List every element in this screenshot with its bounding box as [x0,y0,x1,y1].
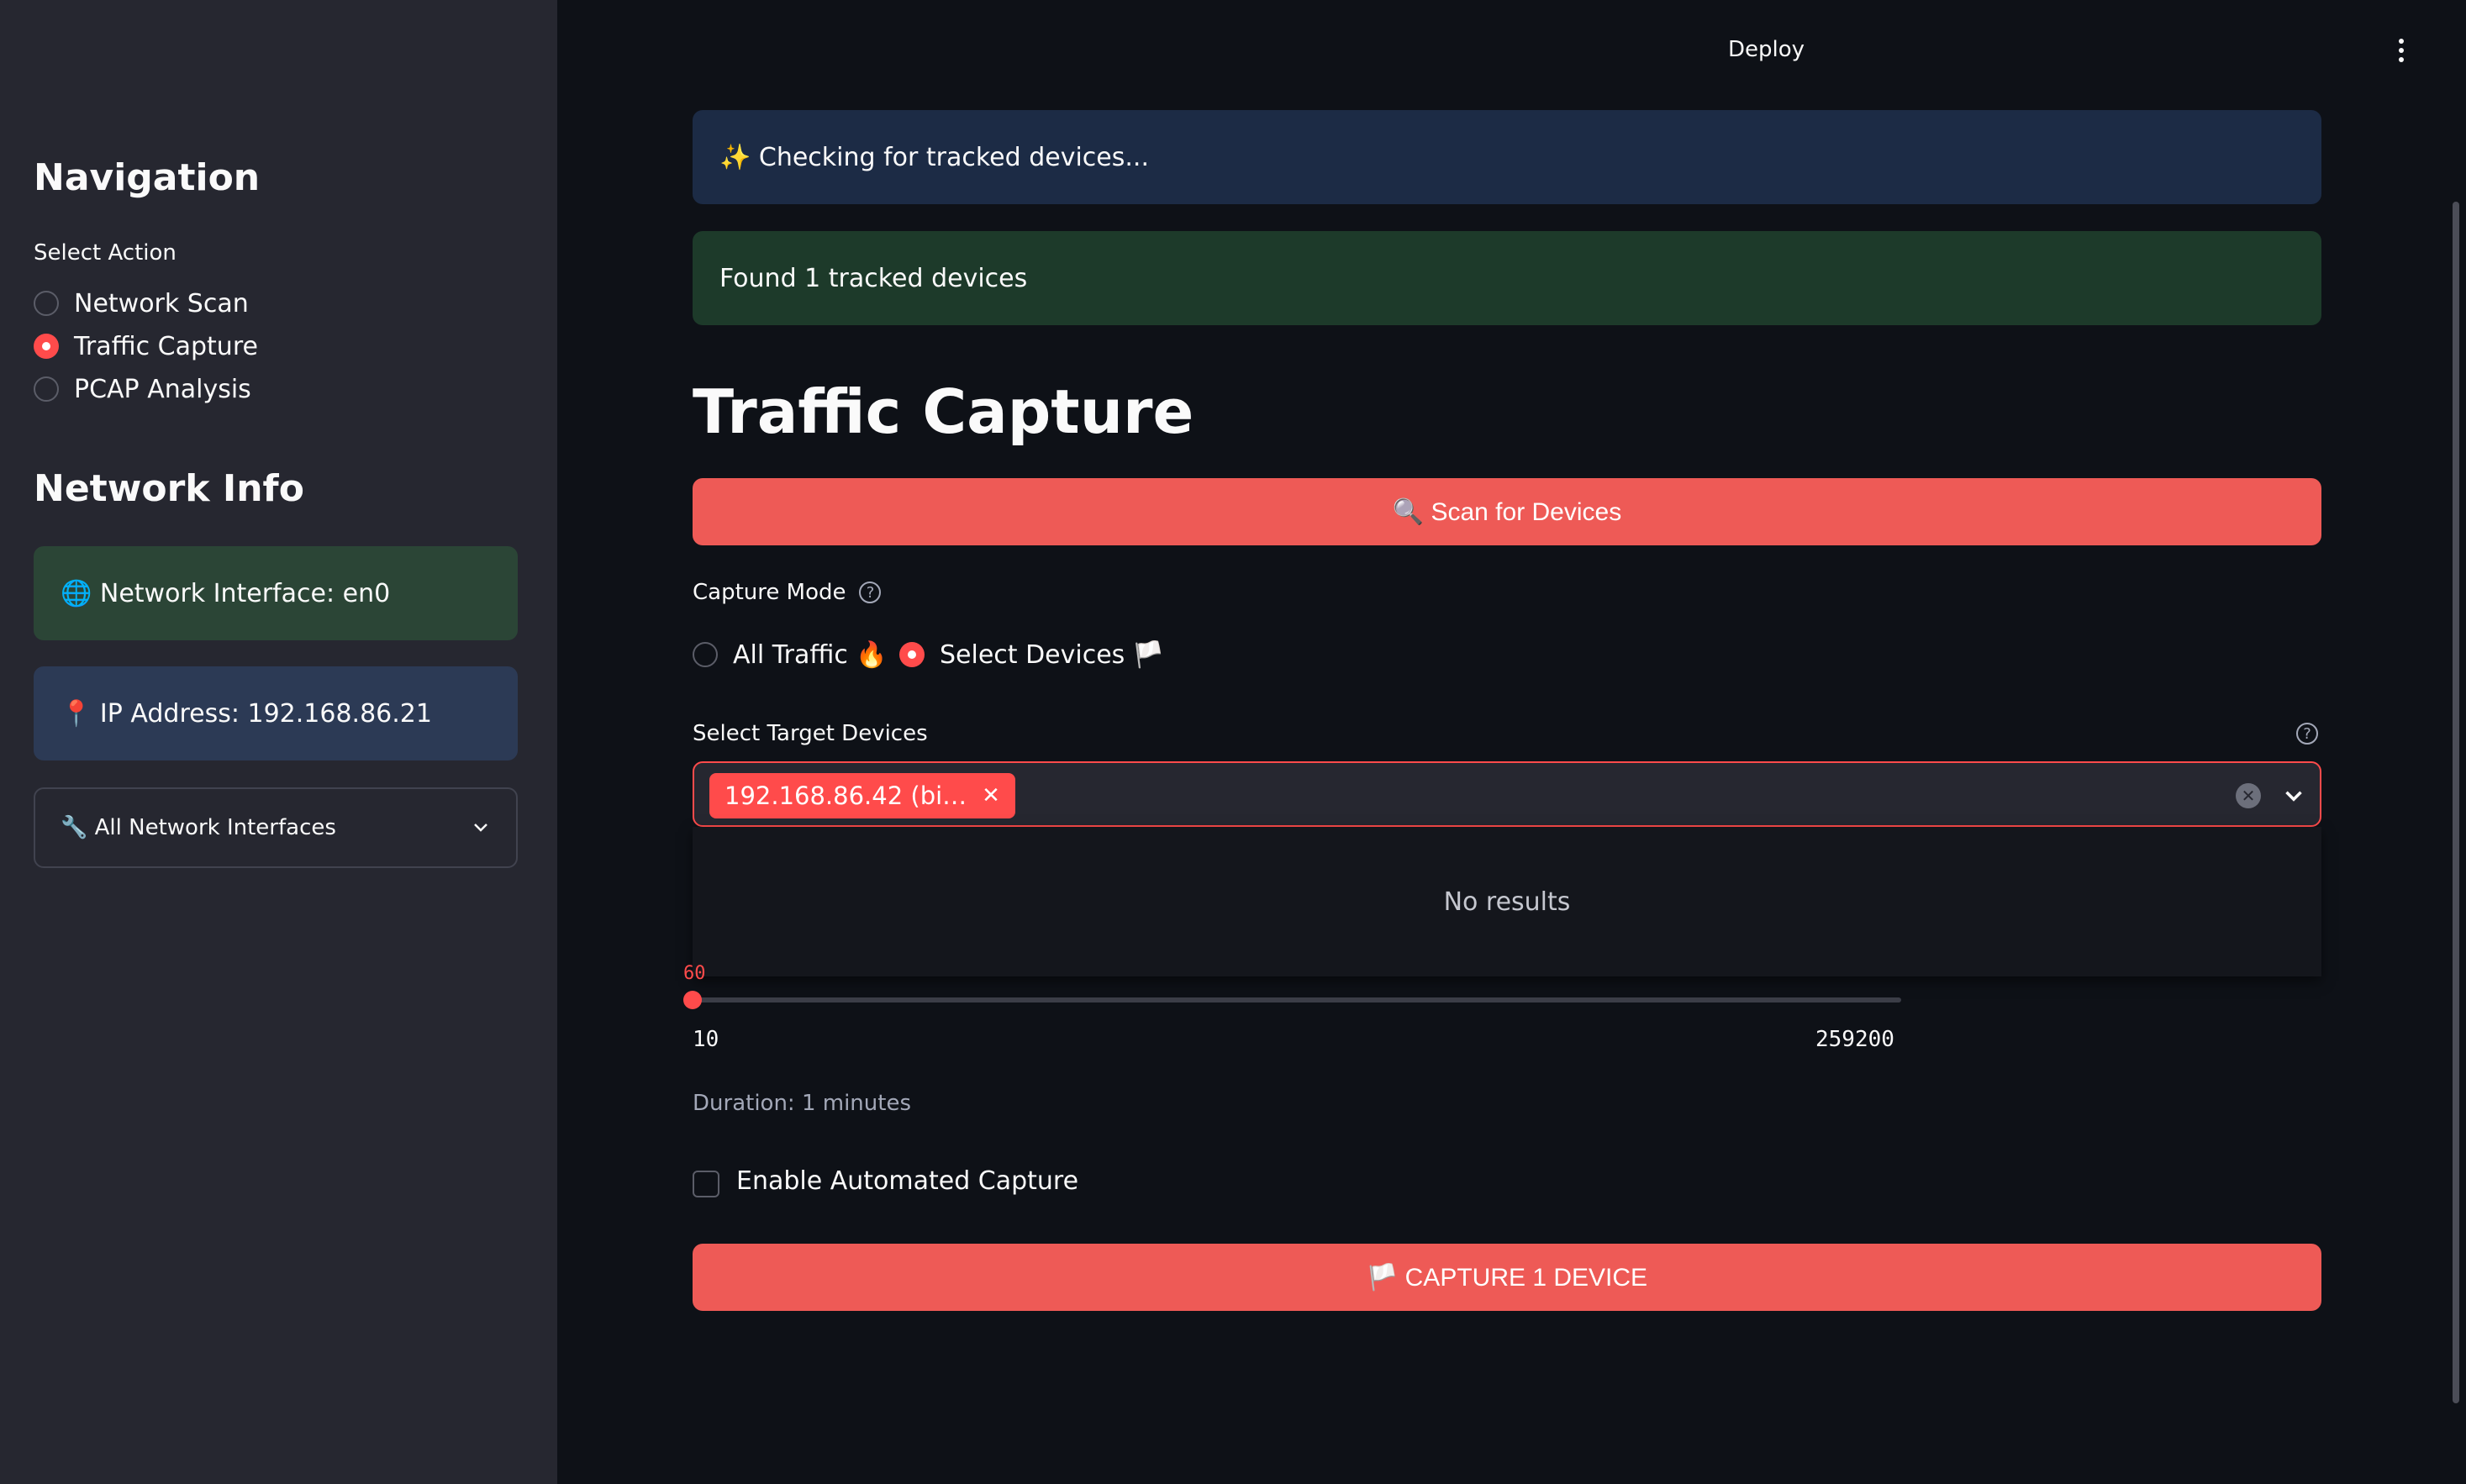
slider-max-label: 259200 [1815,1027,1894,1052]
radio-button-selected[interactable] [899,642,925,667]
help-icon[interactable]: ? [859,581,882,603]
duration-slider-track[interactable] [693,997,1901,1002]
nav-heading: Navigation [34,156,261,199]
deploy-button[interactable]: Deploy [1728,37,1805,62]
main-menu-icon[interactable] [2397,39,2405,66]
radio-all-traffic[interactable]: All Traffic 🔥 [693,638,888,671]
target-devices-label: Select Target Devices [693,721,928,746]
slider-current-value: 60 [683,963,706,984]
scrollbar[interactable] [2453,202,2459,1403]
capture-mode-header: Capture Mode ? [693,580,882,605]
radio-button[interactable] [693,642,718,667]
info-alert: ✨ Checking for tracked devices... [693,110,2321,204]
network-interface-box: 🌐 Network Interface: en0 [34,546,518,640]
automated-capture-label[interactable]: Enable Automated Capture [736,1166,1078,1196]
clear-all-icon[interactable]: ✕ [2236,783,2261,808]
duration-slider-thumb[interactable] [683,991,702,1009]
selected-device-chip[interactable]: 192.168.86.42 (bi… ✕ [709,773,1015,818]
target-devices-multiselect[interactable]: 192.168.86.42 (bi… ✕ ✕ [693,761,2321,827]
all-interfaces-expander[interactable]: 🔧 All Network Interfaces [34,787,518,868]
automated-capture-checkbox[interactable] [693,1171,719,1197]
radio-select-devices[interactable]: Select Devices 🏳️ [899,638,1164,671]
radio-button[interactable] [34,376,59,402]
help-icon[interactable]: ? [2296,723,2318,745]
radio-label: All Traffic 🔥 [733,639,888,670]
sidebar: Navigation Select Action Network Scan Tr… [0,0,557,1484]
network-info-heading: Network Info [34,467,304,510]
radio-button[interactable] [34,291,59,316]
slider-min-label: 10 [693,1027,719,1052]
select-action-label: Select Action [34,240,177,266]
remove-chip-icon[interactable]: ✕ [982,783,1000,808]
capture-mode-label: Capture Mode [693,580,846,605]
chevron-down-icon[interactable] [2279,781,2308,810]
radio-pcap-analysis[interactable]: PCAP Analysis [34,372,251,406]
capture-device-button[interactable]: 🏳️ CAPTURE 1 DEVICE [693,1244,2321,1311]
no-results-text: No results [1443,887,1571,917]
chevron-down-icon [474,824,487,832]
duration-caption: Duration: 1 minutes [693,1091,911,1116]
radio-network-scan[interactable]: Network Scan [34,287,249,320]
devices-dropdown: No results [693,827,2321,976]
chip-label: 192.168.86.42 (bi… [725,781,967,810]
radio-label: Select Devices 🏳️ [940,639,1165,670]
radio-traffic-capture[interactable]: Traffic Capture [34,329,258,363]
success-alert: Found 1 tracked devices [693,231,2321,325]
radio-label: Network Scan [74,288,249,318]
expander-label: 🔧 All Network Interfaces [61,815,336,840]
radio-label: Traffic Capture [74,331,258,361]
scan-devices-button[interactable]: 🔍 Scan for Devices [693,478,2321,545]
radio-label: PCAP Analysis [74,374,251,404]
radio-button-selected[interactable] [34,334,59,359]
page-title: Traffic Capture [693,376,1194,447]
ip-address-box: 📍 IP Address: 192.168.86.21 [34,666,518,760]
